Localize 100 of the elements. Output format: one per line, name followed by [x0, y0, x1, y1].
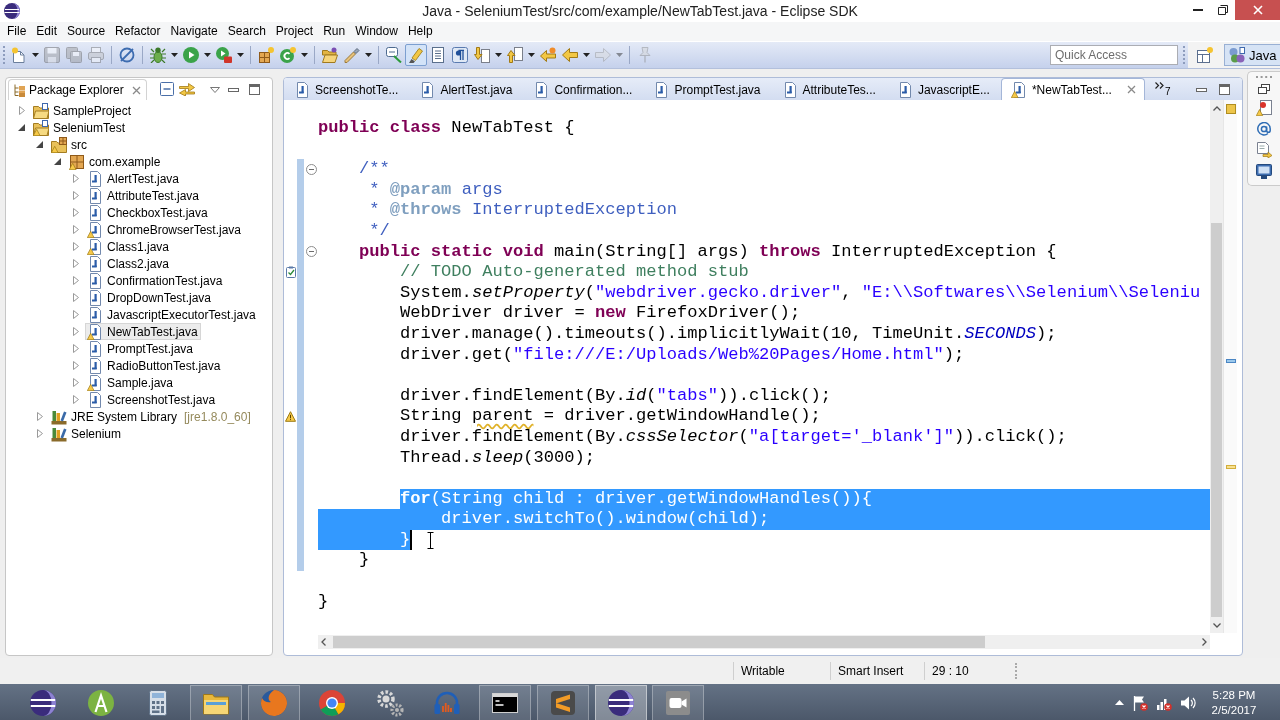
- maximize-icon[interactable]: [248, 84, 260, 96]
- collapsed-arrow-icon[interactable]: [36, 429, 43, 438]
- close-icon[interactable]: [131, 85, 141, 95]
- scrollbar-thumb[interactable]: [1211, 223, 1222, 617]
- expanded-arrow-icon[interactable]: [54, 158, 61, 165]
- up-caret-icon[interactable]: [1115, 700, 1124, 705]
- close-icon[interactable]: [1126, 85, 1136, 94]
- tree-item[interactable]: JavascriptExecutorTest.java: [85, 306, 259, 323]
- document-arrow-icon[interactable]: [1256, 142, 1272, 158]
- collapsed-arrow-icon[interactable]: [72, 208, 79, 217]
- collapsed-arrow-icon[interactable]: [36, 412, 43, 421]
- collapsed-arrow-icon[interactable]: [72, 395, 79, 404]
- collapsed-arrow-icon[interactable]: [72, 191, 79, 200]
- tree-item[interactable]: ChromeBrowserTest.java: [85, 221, 245, 238]
- editor-tab[interactable]: ScreenshotTe...: [284, 78, 410, 100]
- tree-item[interactable]: NewTabTest.java: [85, 323, 201, 340]
- editor-tab[interactable]: PromptTest.java: [643, 78, 772, 100]
- problems-icon[interactable]: [1256, 100, 1272, 116]
- editor-tab[interactable]: JavascriptE...: [886, 78, 1001, 100]
- gears-icon: [375, 688, 404, 717]
- maximize-icon[interactable]: [1219, 84, 1230, 96]
- quick-access-field[interactable]: Quick Access: [1050, 45, 1178, 65]
- tree-item[interactable]: AttributeTest.java: [85, 187, 203, 204]
- editor-tab[interactable]: AlertTest.java: [409, 78, 524, 100]
- editor-tab[interactable]: *NewTabTest...: [1000, 78, 1145, 100]
- menu-item[interactable]: Window: [350, 23, 403, 40]
- menu-item[interactable]: Help: [402, 23, 438, 40]
- editor-tab[interactable]: AttributeTes...: [771, 78, 887, 100]
- code-line: System.setProperty("webdriver.gecko.driver", "E:\\Softwares\\Selenium\\Seleniu: [399, 282, 1201, 304]
- collapsed-arrow-icon[interactable]: [72, 310, 79, 319]
- fold-minus-icon[interactable]: [306, 164, 317, 175]
- tree-item[interactable]: JRE System Library [jre1.8.0_60]: [49, 408, 254, 425]
- open-perspective-button[interactable]: [1196, 44, 1214, 66]
- editor-tab[interactable]: Confirmation...: [523, 78, 644, 100]
- next-annotation-button[interactable]: [471, 44, 493, 66]
- right-arrow-icon: [595, 47, 611, 63]
- monitor-icon[interactable]: [1256, 164, 1272, 179]
- flag-icon[interactable]: [1132, 694, 1148, 711]
- tree-item[interactable]: RadioButtonTest.java: [85, 357, 224, 374]
- collapsed-arrow-icon[interactable]: [72, 361, 79, 370]
- expanded-arrow-icon[interactable]: [36, 141, 43, 148]
- collapsed-arrow-icon[interactable]: [72, 242, 79, 251]
- code-line: driver.manage().timeouts().implicitlyWait(10, TimeUnit.SECONDS);: [399, 323, 1057, 345]
- tree-item[interactable]: PromptTest.java: [85, 340, 197, 357]
- vertical-scrollbar[interactable]: [1210, 100, 1223, 633]
- tree-item[interactable]: Selenium: [49, 425, 125, 442]
- tree-item[interactable]: CheckboxTest.java: [85, 204, 211, 221]
- show-whitespace-button[interactable]: [449, 44, 471, 66]
- menu-item[interactable]: Run: [318, 23, 351, 40]
- menu-item[interactable]: File: [2, 23, 32, 40]
- link-arrows-icon[interactable]: [178, 82, 195, 97]
- scrollbar-thumb[interactable]: [333, 636, 985, 648]
- tree-item[interactable]: SampleProject: [31, 102, 135, 119]
- tree-item[interactable]: DropDownTest.java: [85, 289, 215, 306]
- menu-item[interactable]: Project: [270, 23, 319, 40]
- view-menu-icon[interactable]: [209, 86, 220, 93]
- collapsed-arrow-icon[interactable]: [72, 259, 79, 268]
- collapse-all-icon[interactable]: [159, 82, 174, 97]
- tree-item[interactable]: com.example: [67, 153, 164, 170]
- mark-occurrences-button[interactable]: [405, 44, 427, 66]
- fold-minus-icon[interactable]: [306, 246, 317, 258]
- collapsed-arrow-icon[interactable]: [72, 344, 79, 353]
- expanded-arrow-icon[interactable]: [18, 124, 25, 131]
- collapsed-arrow-icon[interactable]: [72, 225, 79, 234]
- collapsed-arrow-icon[interactable]: [72, 293, 79, 302]
- tree-item[interactable]: Class2.java: [85, 255, 173, 272]
- tree-item[interactable]: Sample.java: [85, 374, 177, 391]
- horizontal-scrollbar[interactable]: [318, 635, 1210, 649]
- tab-overflow-button[interactable]: 7: [1152, 82, 1173, 96]
- taskbar-button[interactable]: [594, 684, 647, 720]
- tree-item[interactable]: SeleniumTest: [31, 119, 129, 136]
- collapsed-arrow-icon[interactable]: [72, 327, 79, 336]
- view-tab[interactable]: Package Explorer: [8, 79, 147, 100]
- tree-item[interactable]: ConfirmationTest.java: [85, 272, 226, 289]
- at-sign-icon[interactable]: [1257, 122, 1271, 136]
- menu-item[interactable]: Refactor: [110, 23, 166, 40]
- menu-item[interactable]: Edit: [31, 23, 63, 40]
- tree-item[interactable]: AlertTest.java: [85, 170, 183, 187]
- taskbar-clock[interactable]: 5:28 PM 2/5/2017: [1204, 687, 1264, 718]
- taskbar-button[interactable]: [479, 684, 532, 720]
- play-toolbox-icon: [216, 47, 232, 63]
- menu-item[interactable]: Source: [62, 23, 111, 40]
- tree-item[interactable]: Class1.java: [85, 238, 173, 255]
- minimize-icon[interactable]: [227, 87, 239, 92]
- collapsed-arrow-icon[interactable]: [18, 106, 25, 115]
- previous-annotation-button[interactable]: [504, 44, 526, 66]
- tree-item[interactable]: ScreenshotTest.java: [85, 391, 219, 408]
- speaker-icon[interactable]: [1180, 694, 1196, 711]
- menu-item[interactable]: Navigate: [165, 23, 223, 40]
- restore-icon[interactable]: [1258, 84, 1270, 94]
- collapsed-arrow-icon[interactable]: [72, 276, 79, 285]
- tree-item[interactable]: src: [49, 136, 90, 153]
- perspective-button[interactable]: Java: [1224, 44, 1280, 66]
- task-mark-icon[interactable]: [1226, 358, 1236, 363]
- caret-icon: [237, 53, 244, 57]
- coverage-button[interactable]: [213, 44, 235, 66]
- collapsed-arrow-icon[interactable]: [72, 378, 79, 387]
- menu-item[interactable]: Search: [222, 23, 271, 40]
- minimize-icon[interactable]: [1196, 87, 1207, 92]
- collapsed-arrow-icon[interactable]: [72, 174, 79, 183]
